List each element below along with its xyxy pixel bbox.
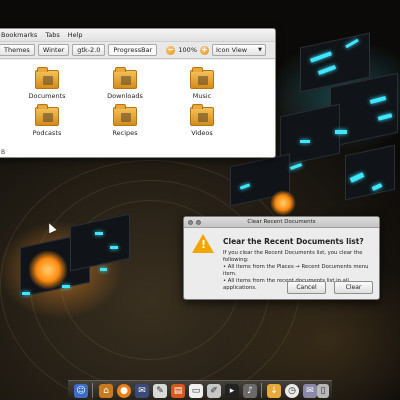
- dialog-title: Clear Recent Documents: [247, 219, 316, 225]
- dialog-heading: Clear the Recent Documents list?: [223, 237, 364, 246]
- dialog-titlebar: Clear Recent Documents: [184, 217, 379, 228]
- warning-icon: !: [192, 234, 214, 253]
- folder-label: Videos: [191, 129, 213, 137]
- file-manager-window: Bookmarks Tabs Help Themes Winter gtk-2.…: [0, 28, 276, 158]
- robot-light: [110, 246, 118, 249]
- robot-light: [335, 130, 347, 134]
- glow: [28, 250, 68, 290]
- media-icon[interactable]: ♪: [243, 384, 257, 398]
- music-folder-icon: [190, 67, 214, 89]
- folder-label: Recipes: [112, 129, 138, 137]
- folder-label: Podcasts: [32, 129, 62, 137]
- folder-recipes[interactable]: Recipes: [95, 104, 155, 137]
- folder-music[interactable]: Music: [172, 67, 232, 100]
- folder-documents[interactable]: Documents: [17, 67, 77, 100]
- status-text: B: [1, 149, 6, 156]
- dock-separator: [261, 383, 262, 398]
- breadcrumb-themes[interactable]: Themes: [0, 44, 35, 56]
- breadcrumb-winter[interactable]: Winter: [37, 44, 70, 56]
- menu-bookmarks[interactable]: Bookmarks: [1, 31, 37, 39]
- path-toolbar: Themes Winter gtk-2.0 ProgressBar − 100%…: [0, 42, 275, 59]
- zoom-in-button[interactable]: +: [200, 45, 209, 55]
- terminal-icon[interactable]: ▸: [225, 384, 239, 398]
- robot-shape: [330, 72, 398, 148]
- clear-button[interactable]: Clear: [334, 281, 373, 294]
- recipes-folder-icon: [113, 104, 137, 126]
- folder-downloads[interactable]: Downloads: [95, 67, 155, 100]
- mail-icon[interactable]: ✉: [303, 384, 317, 398]
- cancel-button[interactable]: Cancel: [287, 281, 326, 294]
- mouse-pointer-icon: [45, 221, 57, 234]
- folder-label: Documents: [28, 92, 66, 100]
- view-mode-label: Icon View: [216, 46, 248, 54]
- robot-light: [300, 140, 310, 143]
- inkscape-icon[interactable]: ✎: [153, 384, 167, 398]
- presentation-icon[interactable]: ▤: [171, 384, 185, 398]
- downloads-folder-icon[interactable]: ↓: [267, 384, 281, 398]
- downloads-folder-icon: [113, 67, 137, 89]
- breadcrumb-gtk[interactable]: gtk-2.0: [72, 44, 106, 56]
- thunderbird-icon[interactable]: ✉: [135, 384, 149, 398]
- robot-light: [95, 232, 103, 235]
- menu-tabs[interactable]: Tabs: [45, 31, 59, 39]
- folder-podcasts[interactable]: Podcasts: [17, 104, 77, 137]
- folder-videos[interactable]: Videos: [172, 104, 232, 137]
- breadcrumb-progressbar[interactable]: ProgressBar: [108, 44, 158, 56]
- dialog-body-line: • All items from the Places → Recent Doc…: [223, 264, 369, 277]
- robot-shape: [345, 144, 395, 201]
- robot-light: [62, 285, 70, 288]
- finder-icon[interactable]: ☺: [74, 384, 88, 398]
- text-editor-icon[interactable]: ✐: [207, 384, 221, 398]
- robot-shape: [70, 213, 130, 272]
- robot-light: [22, 292, 30, 295]
- dialog-body-line: If you clear the Recent Documents list, …: [223, 250, 363, 263]
- documents-folder-icon: [35, 67, 59, 89]
- dock-separator: [92, 383, 93, 398]
- documents-icon[interactable]: ▭: [189, 384, 203, 398]
- menu-help[interactable]: Help: [68, 31, 83, 39]
- zoom-level: 100%: [178, 46, 197, 54]
- file-area: Documents Downloads Music Podcasts Recip…: [0, 60, 275, 157]
- robot-light: [100, 268, 107, 271]
- dock: ☺ ⌂ ● ✉ ✎ ▤ ▭ ✐ ▸ ♪ ↓ ◷ ✉ ▯: [68, 380, 332, 398]
- close-window-button[interactable]: [188, 220, 193, 225]
- folder-label: Downloads: [107, 92, 143, 100]
- zoom-out-button[interactable]: −: [166, 45, 176, 55]
- clear-recent-dialog: Clear Recent Documents ! Clear the Recen…: [183, 216, 380, 300]
- minimize-window-button[interactable]: [196, 220, 201, 225]
- chevron-down-icon: ▼: [258, 47, 262, 53]
- robot-light: [289, 163, 303, 170]
- podcasts-folder-icon: [35, 104, 59, 126]
- glow: [270, 190, 296, 216]
- clock-icon[interactable]: ◷: [285, 384, 299, 398]
- firefox-icon[interactable]: ●: [117, 384, 131, 398]
- videos-folder-icon: [190, 104, 214, 126]
- trash-icon[interactable]: ▯: [317, 384, 329, 398]
- folder-label: Music: [192, 92, 212, 100]
- view-mode-select[interactable]: Icon View ▼: [212, 44, 266, 56]
- menubar: Bookmarks Tabs Help: [0, 29, 275, 42]
- home-folder-icon[interactable]: ⌂: [99, 384, 113, 398]
